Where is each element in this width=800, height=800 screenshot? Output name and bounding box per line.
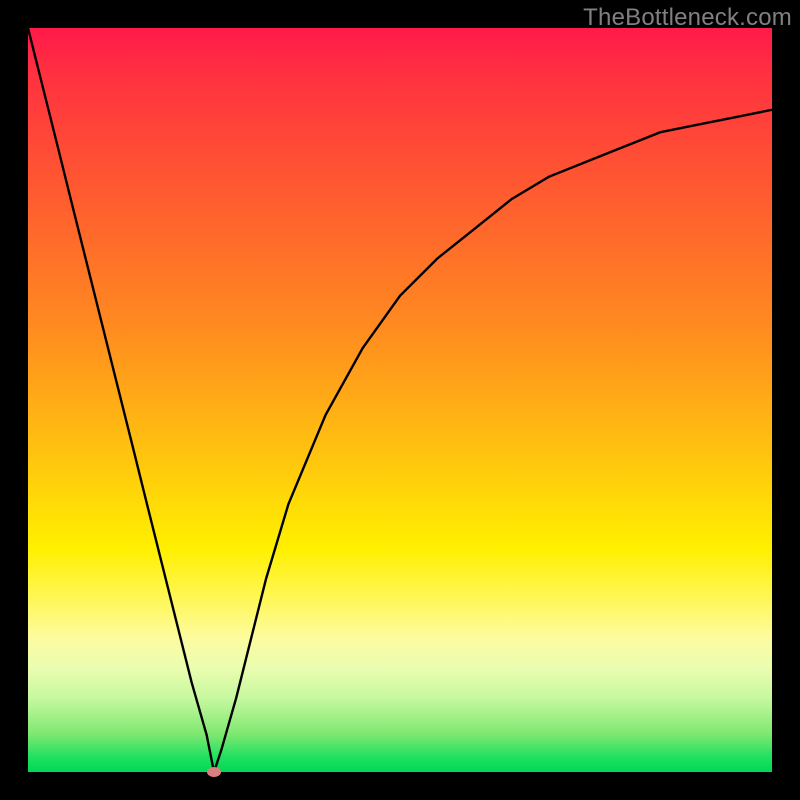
- bottleneck-curve: [28, 28, 772, 772]
- plot-area: [28, 28, 772, 772]
- chart-frame: TheBottleneck.com: [0, 0, 800, 800]
- watermark-text: TheBottleneck.com: [583, 4, 792, 32]
- curve-svg: [28, 28, 772, 772]
- optimal-point-marker: [207, 767, 221, 777]
